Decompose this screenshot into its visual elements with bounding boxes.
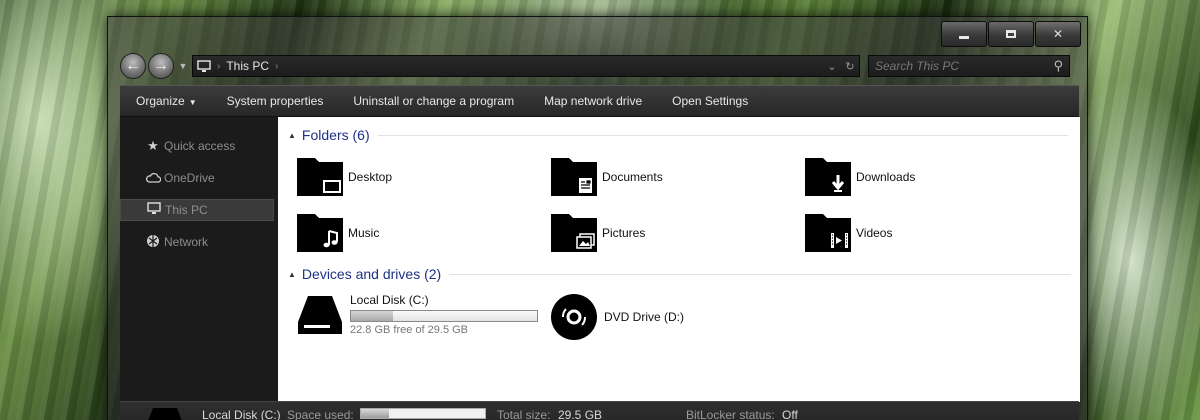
folders-group-header[interactable]: ▲ Folders (6) xyxy=(288,127,1068,143)
folder-label: Downloads xyxy=(856,170,916,184)
map-network-drive-button[interactable]: Map network drive xyxy=(544,94,642,108)
folder-documents[interactable]: Documents xyxy=(550,157,663,197)
group-divider xyxy=(449,273,1072,275)
music-folder-icon xyxy=(297,214,343,252)
search-icon[interactable]: ⚲ xyxy=(1053,58,1063,74)
desktop-folder-icon xyxy=(297,158,343,196)
content-pane: ▲ Folders (6) Desktop Documents Download… xyxy=(278,117,1080,402)
drive-dvd-d[interactable]: DVD Drive (D:) xyxy=(550,293,684,341)
sidebar-item-network[interactable]: Network xyxy=(120,231,274,253)
breadcrumb-this-pc[interactable]: This PC xyxy=(226,59,269,73)
devices-group-header[interactable]: ▲ Devices and drives (2) xyxy=(288,266,1072,282)
folder-label: Music xyxy=(348,226,380,240)
breadcrumb-separator[interactable]: › xyxy=(275,61,278,72)
details-bitlocker-value: Off xyxy=(782,408,798,420)
documents-folder-icon xyxy=(551,158,597,196)
forward-button[interactable]: → xyxy=(148,53,174,79)
sidebar-item-label: Quick access xyxy=(164,139,236,153)
recent-locations-button[interactable]: ▼ xyxy=(176,61,190,71)
cloud-icon xyxy=(144,171,162,186)
drive-info: DVD Drive (D:) xyxy=(604,310,684,324)
details-space-used-fill xyxy=(361,409,390,418)
uninstall-program-button[interactable]: Uninstall or change a program xyxy=(353,94,514,108)
maximize-icon xyxy=(1006,30,1016,38)
maximize-button[interactable] xyxy=(988,21,1034,47)
devices-group-title: Devices and drives (2) xyxy=(301,266,442,282)
details-space-used-bar xyxy=(360,408,486,419)
close-icon: ✕ xyxy=(1052,27,1064,41)
folder-label: Documents xyxy=(602,170,663,184)
folder-label: Desktop xyxy=(348,170,393,184)
navigation-pane: ★ Quick access OneDrive This PC Network xyxy=(120,117,278,407)
explorer-window: ✕ ← → ▼ › This PC › ⌄ ↻ Search This PC ⚲… xyxy=(107,16,1088,420)
chevron-down-icon: ▼ xyxy=(188,98,197,107)
details-drive-name: Local Disk (C:) xyxy=(202,408,281,420)
back-button[interactable]: ← xyxy=(120,53,146,79)
pictures-folder-icon xyxy=(551,214,597,252)
hard-drive-icon xyxy=(298,295,342,334)
folder-label: Videos xyxy=(856,226,893,240)
details-total-size-label: Total size: xyxy=(497,408,551,420)
folder-label: Pictures xyxy=(602,226,646,240)
folder-downloads[interactable]: Downloads xyxy=(804,157,915,197)
sidebar-item-label: OneDrive xyxy=(164,171,215,185)
sidebar-item-label: This PC xyxy=(165,203,208,217)
details-bitlocker-label: BitLocker status: xyxy=(686,408,775,420)
drive-free-space: 22.8 GB free of 29.5 GB xyxy=(350,324,469,336)
drive-usage-bar xyxy=(350,310,538,322)
folders-group-title: Folders (6) xyxy=(301,127,370,143)
folder-pictures[interactable]: Pictures xyxy=(550,213,645,253)
sidebar-item-onedrive[interactable]: OneDrive xyxy=(120,167,274,189)
details-space-used-label: Space used: xyxy=(287,408,354,420)
refresh-icon[interactable]: ↻ xyxy=(841,60,859,73)
address-bar[interactable]: › This PC › ⌄ ↻ xyxy=(192,55,860,77)
drive-usage-fill xyxy=(351,311,394,321)
folder-music[interactable]: Music xyxy=(296,213,379,253)
dvd-drive-icon xyxy=(551,294,597,340)
folder-desktop[interactable]: Desktop xyxy=(296,157,392,197)
minimize-button[interactable] xyxy=(941,21,987,47)
hard-drive-icon xyxy=(148,408,182,420)
search-box[interactable]: Search This PC ⚲ xyxy=(868,55,1070,77)
address-dropdown-icon[interactable]: ⌄ xyxy=(823,60,841,73)
search-input[interactable]: Search This PC xyxy=(875,59,1053,73)
videos-folder-icon xyxy=(805,214,851,252)
folder-videos[interactable]: Videos xyxy=(804,213,892,253)
forward-arrow-icon: → xyxy=(153,57,169,74)
details-total-size-value: 29.5 GB xyxy=(558,408,603,420)
drive-label: DVD Drive (D:) xyxy=(604,310,684,324)
details-pane: Local Disk (C:) Space used: Total size: … xyxy=(120,401,1079,420)
network-icon xyxy=(144,234,162,251)
chevron-down-icon: ▼ xyxy=(178,61,188,71)
back-arrow-icon: ← xyxy=(125,57,141,74)
caption-buttons: ✕ xyxy=(940,21,1081,47)
command-bar: Organize ▼ System properties Uninstall or… xyxy=(120,85,1079,117)
sidebar-item-quick-access[interactable]: ★ Quick access xyxy=(120,135,274,157)
breadcrumb-separator: › xyxy=(217,60,221,72)
drive-label: Local Disk (C:) xyxy=(350,293,429,307)
drive-info: Local Disk (C:) 22.8 GB free of 29.5 GB xyxy=(350,293,538,336)
collapse-triangle-icon[interactable]: ▲ xyxy=(288,270,296,279)
address-row: ← → ▼ › This PC › ⌄ ↻ Search This PC ⚲ xyxy=(120,53,1079,79)
collapse-triangle-icon[interactable]: ▲ xyxy=(288,131,296,140)
system-properties-button[interactable]: System properties xyxy=(227,94,324,108)
organize-button[interactable]: Organize ▼ xyxy=(136,94,197,108)
minimize-icon xyxy=(959,35,969,39)
sidebar-item-this-pc[interactable]: This PC xyxy=(120,199,274,221)
open-settings-button[interactable]: Open Settings xyxy=(672,94,748,108)
close-button[interactable]: ✕ xyxy=(1035,21,1081,47)
organize-label: Organize xyxy=(136,94,185,108)
sidebar-item-label: Network xyxy=(164,235,209,249)
monitor-icon xyxy=(145,202,163,218)
star-icon: ★ xyxy=(147,138,159,153)
group-divider xyxy=(377,134,1068,136)
monitor-icon xyxy=(197,59,211,72)
downloads-folder-icon xyxy=(805,158,851,196)
drive-local-disk-c[interactable]: Local Disk (C:) 22.8 GB free of 29.5 GB xyxy=(296,293,538,336)
